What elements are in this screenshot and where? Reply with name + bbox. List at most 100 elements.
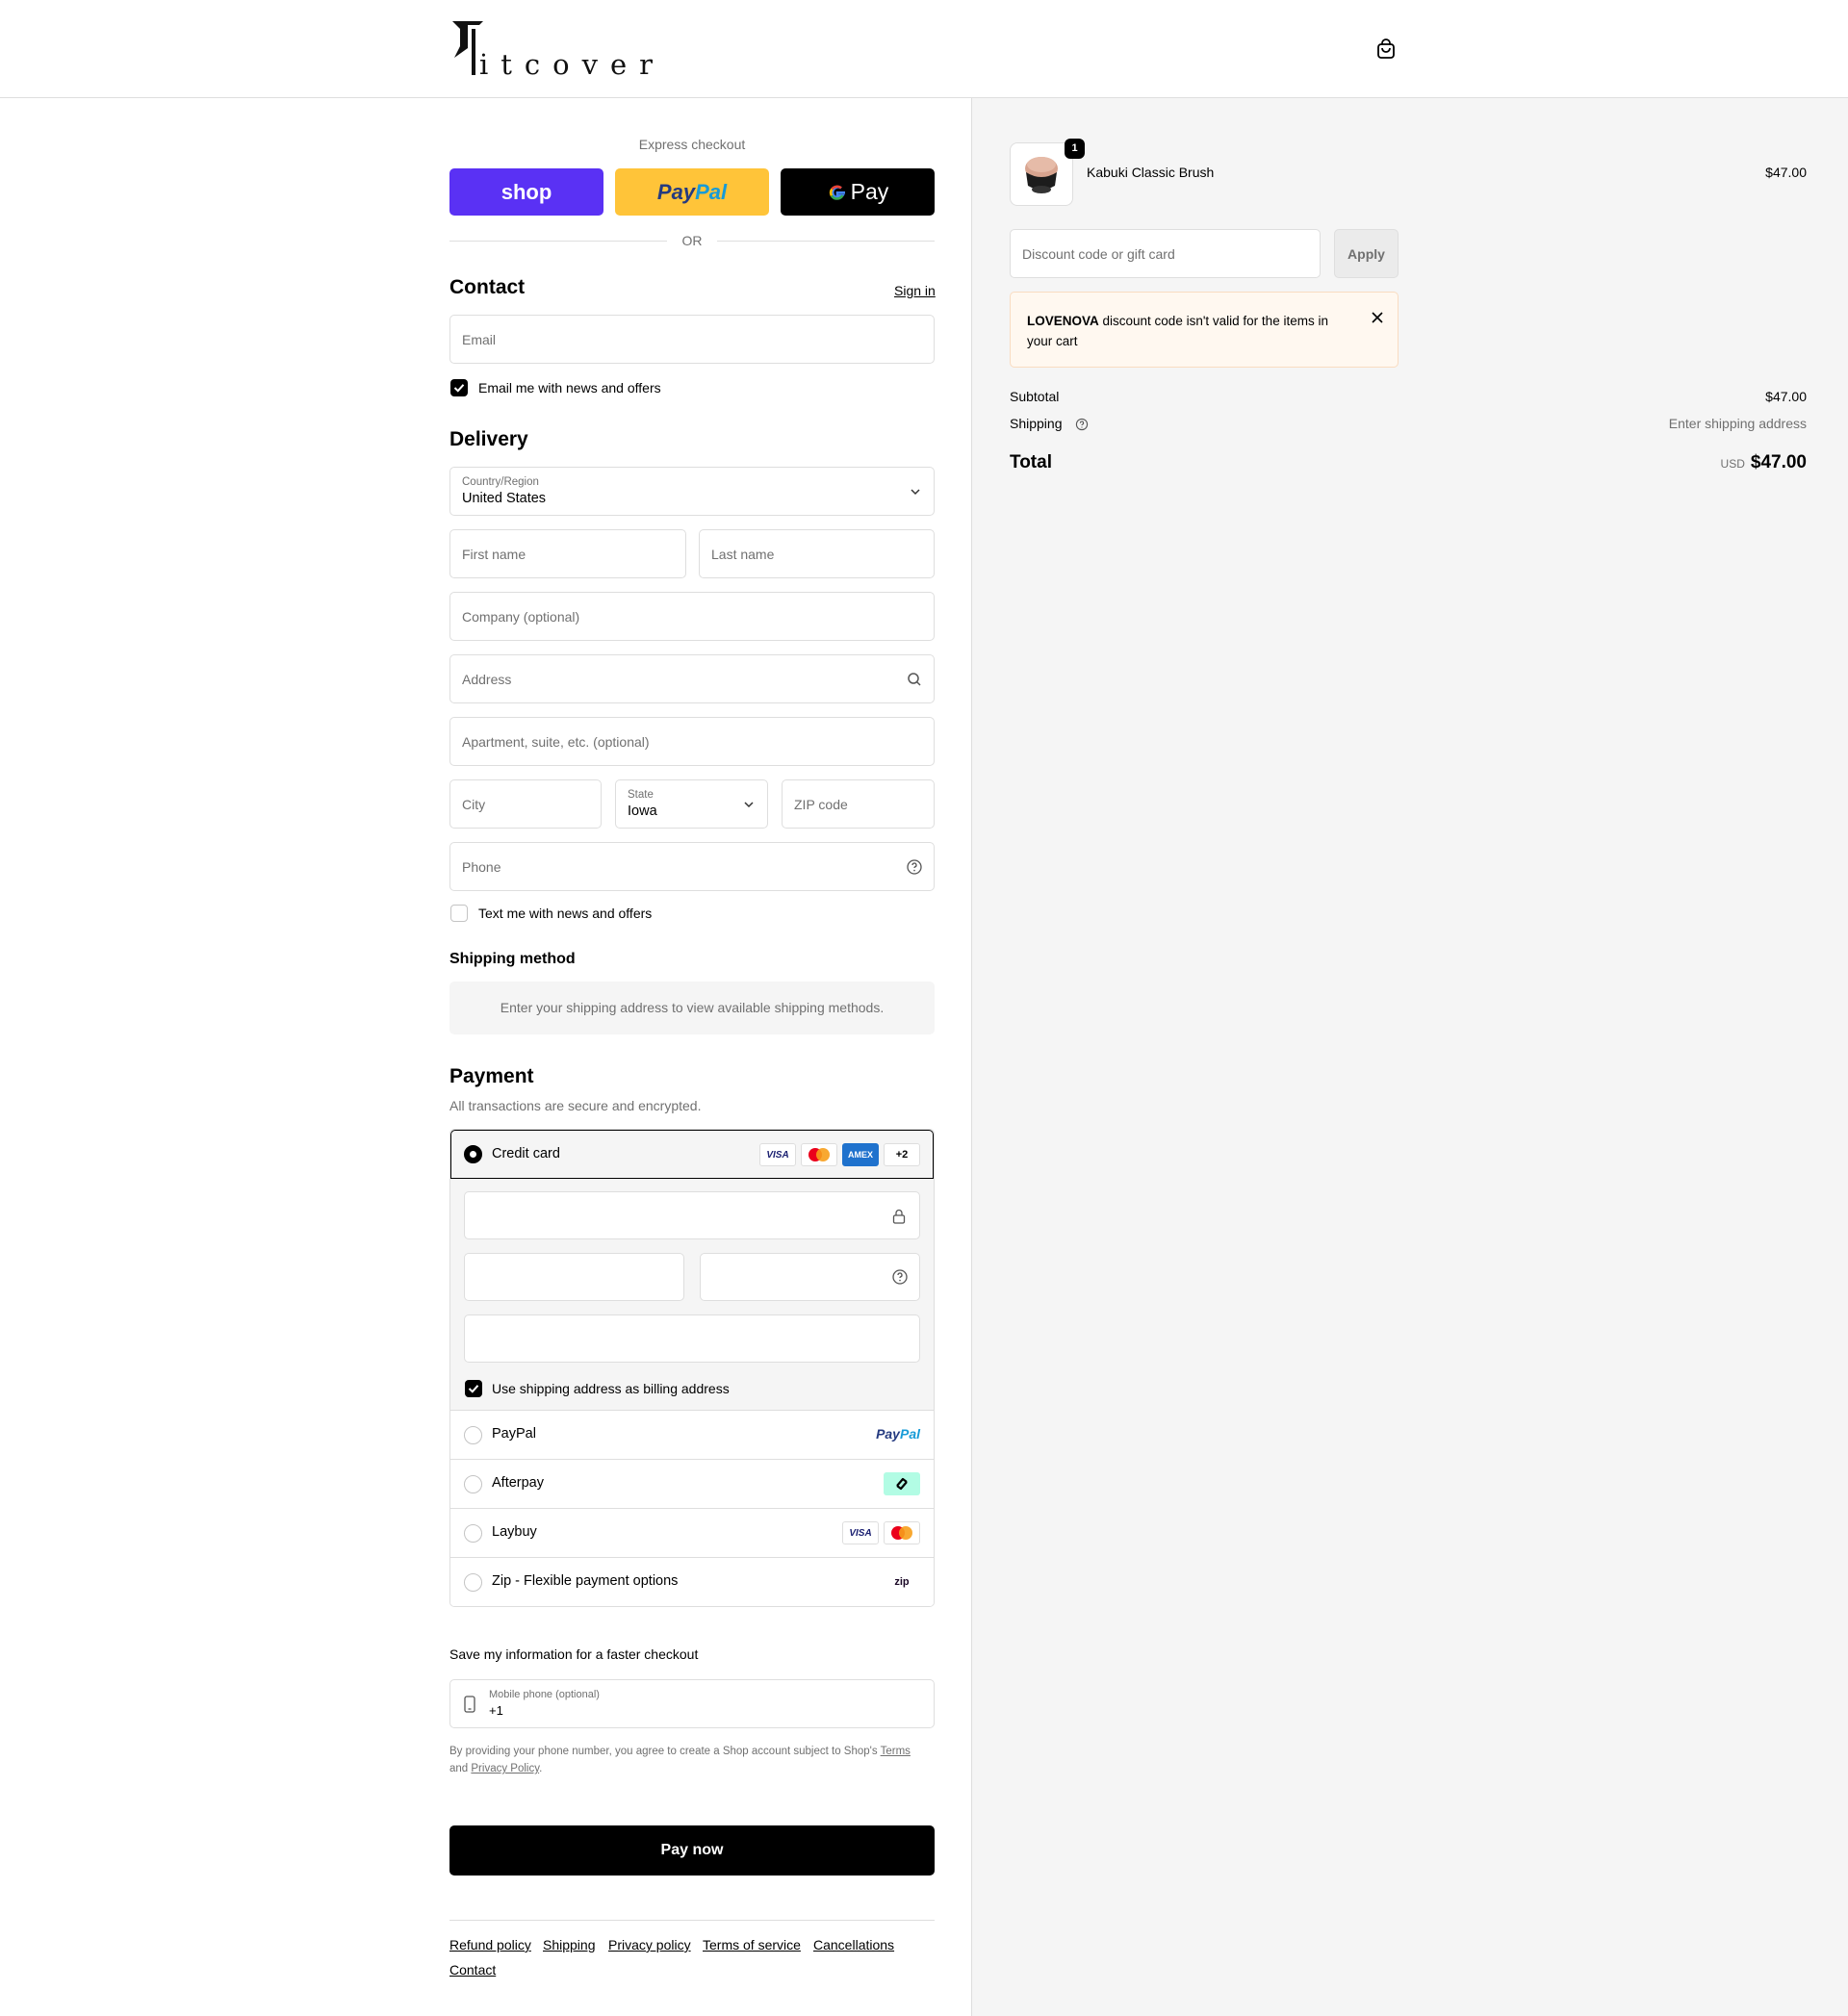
kabuki-brush-image	[1025, 157, 1058, 193]
paypal-express-button[interactable]: Pay Pal	[615, 168, 769, 216]
company-field[interactable]: Company (optional)	[449, 592, 935, 641]
lock-icon	[892, 1209, 906, 1224]
contact-title: Contact	[449, 276, 526, 298]
order-summary: 1 Kabuki Classic Brush $47.00 Discount c…	[971, 98, 1848, 2016]
cart-button[interactable]	[1374, 38, 1398, 61]
afterpay-logo-icon	[884, 1472, 920, 1495]
city-field[interactable]: City	[449, 779, 602, 829]
afterpay-radio[interactable]	[464, 1475, 482, 1493]
afterpay-option-label: Afterpay	[492, 1475, 544, 1491]
sms-newsletter-label: Text me with news and offers	[478, 906, 653, 921]
payment-title: Payment	[449, 1065, 534, 1087]
billing-same-checkbox[interactable]	[465, 1380, 482, 1397]
disclaimer-text: By providing your phone number, you agre…	[449, 1746, 878, 1757]
last-name-placeholder: Last name	[711, 547, 775, 562]
footer-cancellations-link[interactable]: Cancellations	[813, 1937, 894, 1952]
afterpay-option[interactable]: Afterpay	[450, 1459, 934, 1508]
laybuy-visa-text: VISA	[849, 1527, 872, 1539]
google-pay-button[interactable]: Pay	[781, 168, 935, 216]
state-select[interactable]: State Iowa	[615, 779, 768, 829]
zip-radio[interactable]	[464, 1573, 482, 1592]
shipping-label: Shipping	[1010, 416, 1063, 431]
paypal-logo-icon: PayPal	[876, 1426, 920, 1442]
cardholder-name-field[interactable]	[464, 1314, 920, 1363]
sign-in-link[interactable]: Sign in	[894, 283, 936, 298]
item-name: Kabuki Classic Brush	[1087, 165, 1215, 180]
google-g-icon	[829, 185, 845, 200]
phone-field[interactable]: Phone	[449, 842, 935, 891]
mobile-phone-field[interactable]: Mobile phone (optional) +1	[449, 1679, 935, 1728]
email-newsletter-label: Email me with news and offers	[478, 380, 661, 396]
company-placeholder: Company (optional)	[462, 609, 580, 625]
discount-code-field[interactable]: Discount code or gift card	[1010, 229, 1321, 278]
footer-terms-link[interactable]: Terms of service	[703, 1937, 801, 1952]
help-circle-icon[interactable]	[891, 1268, 909, 1286]
sms-newsletter-checkbox[interactable]	[450, 905, 468, 922]
search-icon	[908, 673, 921, 686]
mastercard-icon	[801, 1143, 837, 1166]
close-icon[interactable]	[1371, 311, 1384, 324]
mobile-phone-value: +1	[489, 1703, 503, 1718]
shop-privacy-link[interactable]: Privacy Policy	[471, 1763, 539, 1774]
email-field[interactable]: Email	[449, 315, 935, 364]
shipping-method-title: Shipping method	[449, 951, 576, 967]
credit-card-radio[interactable]	[464, 1145, 482, 1163]
email-newsletter-checkbox[interactable]	[450, 379, 468, 396]
shop-terms-link[interactable]: Terms	[881, 1746, 911, 1757]
credit-card-label: Credit card	[492, 1146, 560, 1161]
apply-discount-button[interactable]: Apply	[1334, 229, 1399, 278]
laybuy-radio[interactable]	[464, 1524, 482, 1543]
zip-field[interactable]: ZIP code	[782, 779, 935, 829]
more-cards-badge: +2	[884, 1143, 920, 1166]
subtotal-label: Subtotal	[1010, 389, 1060, 404]
footer-refund-policy-link[interactable]: Refund policy	[449, 1937, 531, 1952]
first-name-field[interactable]: First name	[449, 529, 686, 578]
zip-placeholder: ZIP code	[794, 797, 848, 812]
divider-right	[717, 241, 935, 242]
item-price: $47.00	[1765, 165, 1807, 180]
help-circle-icon[interactable]	[1075, 418, 1089, 431]
card-number-field[interactable]	[464, 1191, 920, 1239]
shop-pay-button[interactable]: shop	[449, 168, 603, 216]
disclaimer-period: .	[539, 1763, 543, 1774]
divider-left	[449, 241, 667, 242]
express-checkout-heading: Express checkout	[638, 137, 746, 152]
footer-shipping-link[interactable]: Shipping	[543, 1937, 596, 1952]
visa-text: VISA	[766, 1149, 789, 1161]
zip-option[interactable]: Zip - Flexible payment options zip	[450, 1557, 934, 1606]
paypal-option-label: PayPal	[492, 1426, 536, 1442]
paypal-logo-pay: Pay	[876, 1426, 900, 1442]
save-info-title: Save my information for a faster checkou…	[449, 1646, 699, 1662]
billing-same-label: Use shipping address as billing address	[492, 1381, 730, 1396]
country-select[interactable]: Country/Region United States	[449, 467, 935, 516]
subtotal-value: $47.00	[1765, 389, 1807, 404]
discount-error-message: LOVENOVA discount code isn't valid for t…	[1027, 311, 1345, 351]
country-label: Country/Region	[462, 476, 539, 488]
state-value: Iowa	[628, 804, 657, 819]
help-circle-icon[interactable]	[906, 858, 923, 876]
pay-now-button[interactable]: Pay now	[449, 1825, 935, 1876]
last-name-field[interactable]: Last name	[699, 529, 935, 578]
total-amount: USD $47.00	[1721, 452, 1807, 473]
card-expiry-field[interactable]	[464, 1253, 684, 1301]
chevron-down-icon	[911, 489, 920, 496]
address-field[interactable]: Address	[449, 654, 935, 703]
paypal-logo-pal: Pal	[899, 1426, 920, 1442]
footer-privacy-policy-link[interactable]: Privacy policy	[608, 1937, 691, 1952]
shopping-bag-icon	[1377, 38, 1395, 59]
laybuy-option-label: Laybuy	[492, 1524, 537, 1540]
paypal-option[interactable]: PayPal PayPal	[450, 1410, 934, 1459]
paypal-radio[interactable]	[464, 1426, 482, 1444]
store-logo[interactable]: itcover	[450, 19, 653, 81]
paypal-label-pal: Pal	[695, 179, 728, 204]
credit-card-option[interactable]: Credit card VISA AMEX +2	[450, 1130, 934, 1179]
city-placeholder: City	[462, 797, 486, 812]
laybuy-option[interactable]: Laybuy VISA	[450, 1508, 934, 1557]
save-info-disclaimer: By providing your phone number, you agre…	[449, 1743, 935, 1777]
visa-icon: VISA	[759, 1143, 796, 1166]
apartment-field[interactable]: Apartment, suite, etc. (optional)	[449, 717, 935, 766]
card-cvv-field[interactable]	[700, 1253, 920, 1301]
discount-error-code: LOVENOVA	[1027, 314, 1099, 328]
footer-contact-link[interactable]: Contact	[449, 1962, 496, 1978]
logo-text: itcover	[479, 48, 666, 81]
